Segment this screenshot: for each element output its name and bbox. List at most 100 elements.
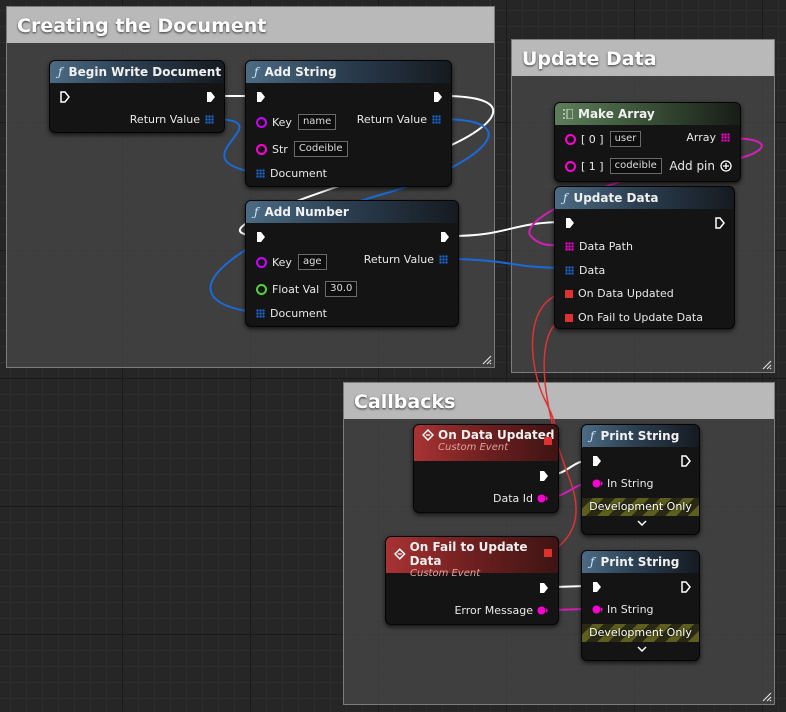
array-item-1-input[interactable]: codeible [609, 158, 662, 174]
node-title: Print String [600, 429, 680, 443]
pin-label: Document [270, 307, 327, 320]
node-title: Begin Write Document [68, 65, 222, 79]
node-event-on-fail-update[interactable]: On Fail to Update Data Custom Event Erro… [385, 536, 559, 625]
node-make-array[interactable]: Make Array [ 0 ] user Array [ 1 ] codeib… [554, 102, 741, 182]
delegate-pin[interactable] [565, 313, 573, 322]
object-pin[interactable] [432, 115, 441, 124]
exec-out-pin[interactable] [206, 91, 216, 103]
object-pin[interactable] [565, 266, 574, 275]
node-title: Add String [264, 65, 337, 79]
key-input[interactable]: age [297, 254, 327, 270]
exec-in-pin[interactable] [565, 217, 575, 229]
function-icon: ƒ [254, 65, 259, 79]
add-pin-button[interactable]: Add pin [669, 159, 732, 173]
make-array-icon [563, 109, 573, 119]
object-pin[interactable] [256, 309, 265, 318]
node-begin-write-document[interactable]: ƒ Begin Write Document Return Value [49, 60, 225, 133]
event-diamond-icon [422, 429, 434, 441]
string-pin[interactable] [565, 160, 576, 172]
comment-title[interactable]: Update Data [512, 40, 774, 76]
node-title: On Fail to Update Data [409, 540, 528, 568]
string-pin[interactable] [565, 133, 576, 145]
node-subtitle: Custom Event [410, 568, 481, 579]
pin-label: Str [272, 142, 288, 156]
exec-out-pin[interactable] [539, 470, 549, 482]
node-add-number[interactable]: ƒ Add Number Key age Return Value Float V… [245, 200, 459, 327]
pin-label: Key [272, 115, 292, 129]
pin-label: Return Value [129, 113, 200, 126]
string-pin[interactable] [592, 479, 603, 488]
pin-label: Data [579, 264, 606, 277]
exec-out-pin[interactable] [681, 455, 691, 467]
array-pin[interactable] [721, 133, 730, 142]
function-icon: ƒ [58, 65, 63, 79]
exec-out-pin[interactable] [715, 217, 725, 229]
pin-label: Array [686, 131, 716, 144]
node-title: Add Number [264, 205, 349, 219]
development-only-banner: Development Only [582, 624, 699, 642]
pin-label: Data Id [493, 492, 533, 505]
node-print-string-2[interactable]: ƒ Print String In String Development Only [581, 550, 700, 661]
pin-label: Float Val [272, 282, 320, 296]
node-update-data[interactable]: ƒ Update Data Data Path Data On Data Upda… [554, 186, 735, 329]
node-print-string-1[interactable]: ƒ Print String In String Development Only [581, 424, 700, 535]
node-title: On Data Updated [438, 428, 555, 442]
pin-label: On Data Updated [578, 287, 674, 300]
function-icon: ƒ [590, 429, 595, 443]
add-circle-icon [720, 160, 732, 172]
exec-in-pin[interactable] [256, 231, 266, 243]
pin-label: Return Value [356, 113, 427, 126]
function-icon: ƒ [563, 191, 568, 205]
function-icon: ƒ [590, 555, 595, 569]
node-event-on-data-updated[interactable]: On Data Updated Custom Event Data Id [413, 424, 559, 513]
function-icon: ƒ [254, 205, 259, 219]
exec-in-pin[interactable] [60, 91, 70, 103]
node-subtitle: Custom Event [438, 442, 509, 453]
name-pin[interactable] [256, 116, 267, 128]
pin-label: In String [607, 477, 654, 490]
resize-handle-icon[interactable] [480, 353, 492, 365]
event-diamond-icon [394, 548, 406, 560]
exec-in-pin[interactable] [592, 581, 602, 593]
pin-label: Error Message [454, 604, 533, 617]
float-pin[interactable] [256, 283, 267, 295]
chevron-down-icon[interactable] [637, 646, 647, 652]
object-pin[interactable] [256, 169, 265, 178]
node-title: Make Array [578, 107, 655, 121]
exec-in-pin[interactable] [256, 91, 266, 103]
resize-handle-icon[interactable] [760, 690, 772, 702]
float-input[interactable]: 30.0 [325, 281, 358, 297]
string-pin[interactable] [537, 494, 548, 503]
pin-label: On Fail to Update Data [578, 311, 703, 324]
exec-out-pin[interactable] [681, 581, 691, 593]
comment-title[interactable]: Creating the Document [7, 7, 494, 43]
string-pin[interactable] [592, 605, 603, 614]
key-input[interactable]: name [297, 114, 337, 130]
name-pin[interactable] [256, 256, 267, 268]
exec-out-pin[interactable] [440, 231, 450, 243]
pin-label: Key [272, 255, 292, 269]
str-input[interactable]: Codeible [293, 141, 348, 157]
resize-handle-icon[interactable] [760, 358, 772, 370]
pin-label: Data Path [579, 240, 633, 253]
exec-in-pin[interactable] [592, 455, 602, 467]
node-title: Print String [600, 555, 680, 569]
array-pin[interactable] [565, 242, 574, 251]
comment-title[interactable]: Callbacks [344, 383, 774, 419]
string-pin[interactable] [256, 143, 267, 155]
delegate-out-pin[interactable] [544, 549, 552, 557]
array-item-0-input[interactable]: user [609, 131, 642, 147]
object-pin[interactable] [205, 115, 214, 124]
delegate-out-pin[interactable] [544, 437, 552, 445]
exec-out-pin[interactable] [433, 91, 443, 103]
pin-label: Return Value [363, 253, 434, 266]
pin-label: In String [607, 603, 654, 616]
chevron-down-icon[interactable] [637, 520, 647, 526]
delegate-pin[interactable] [565, 289, 573, 298]
pin-label: Add pin [669, 159, 715, 173]
pin-label: Document [270, 167, 327, 180]
string-pin[interactable] [537, 606, 548, 615]
node-add-string[interactable]: ƒ Add String Key name Return Value Str Co… [245, 60, 452, 187]
object-pin[interactable] [439, 255, 448, 264]
exec-out-pin[interactable] [539, 582, 549, 594]
